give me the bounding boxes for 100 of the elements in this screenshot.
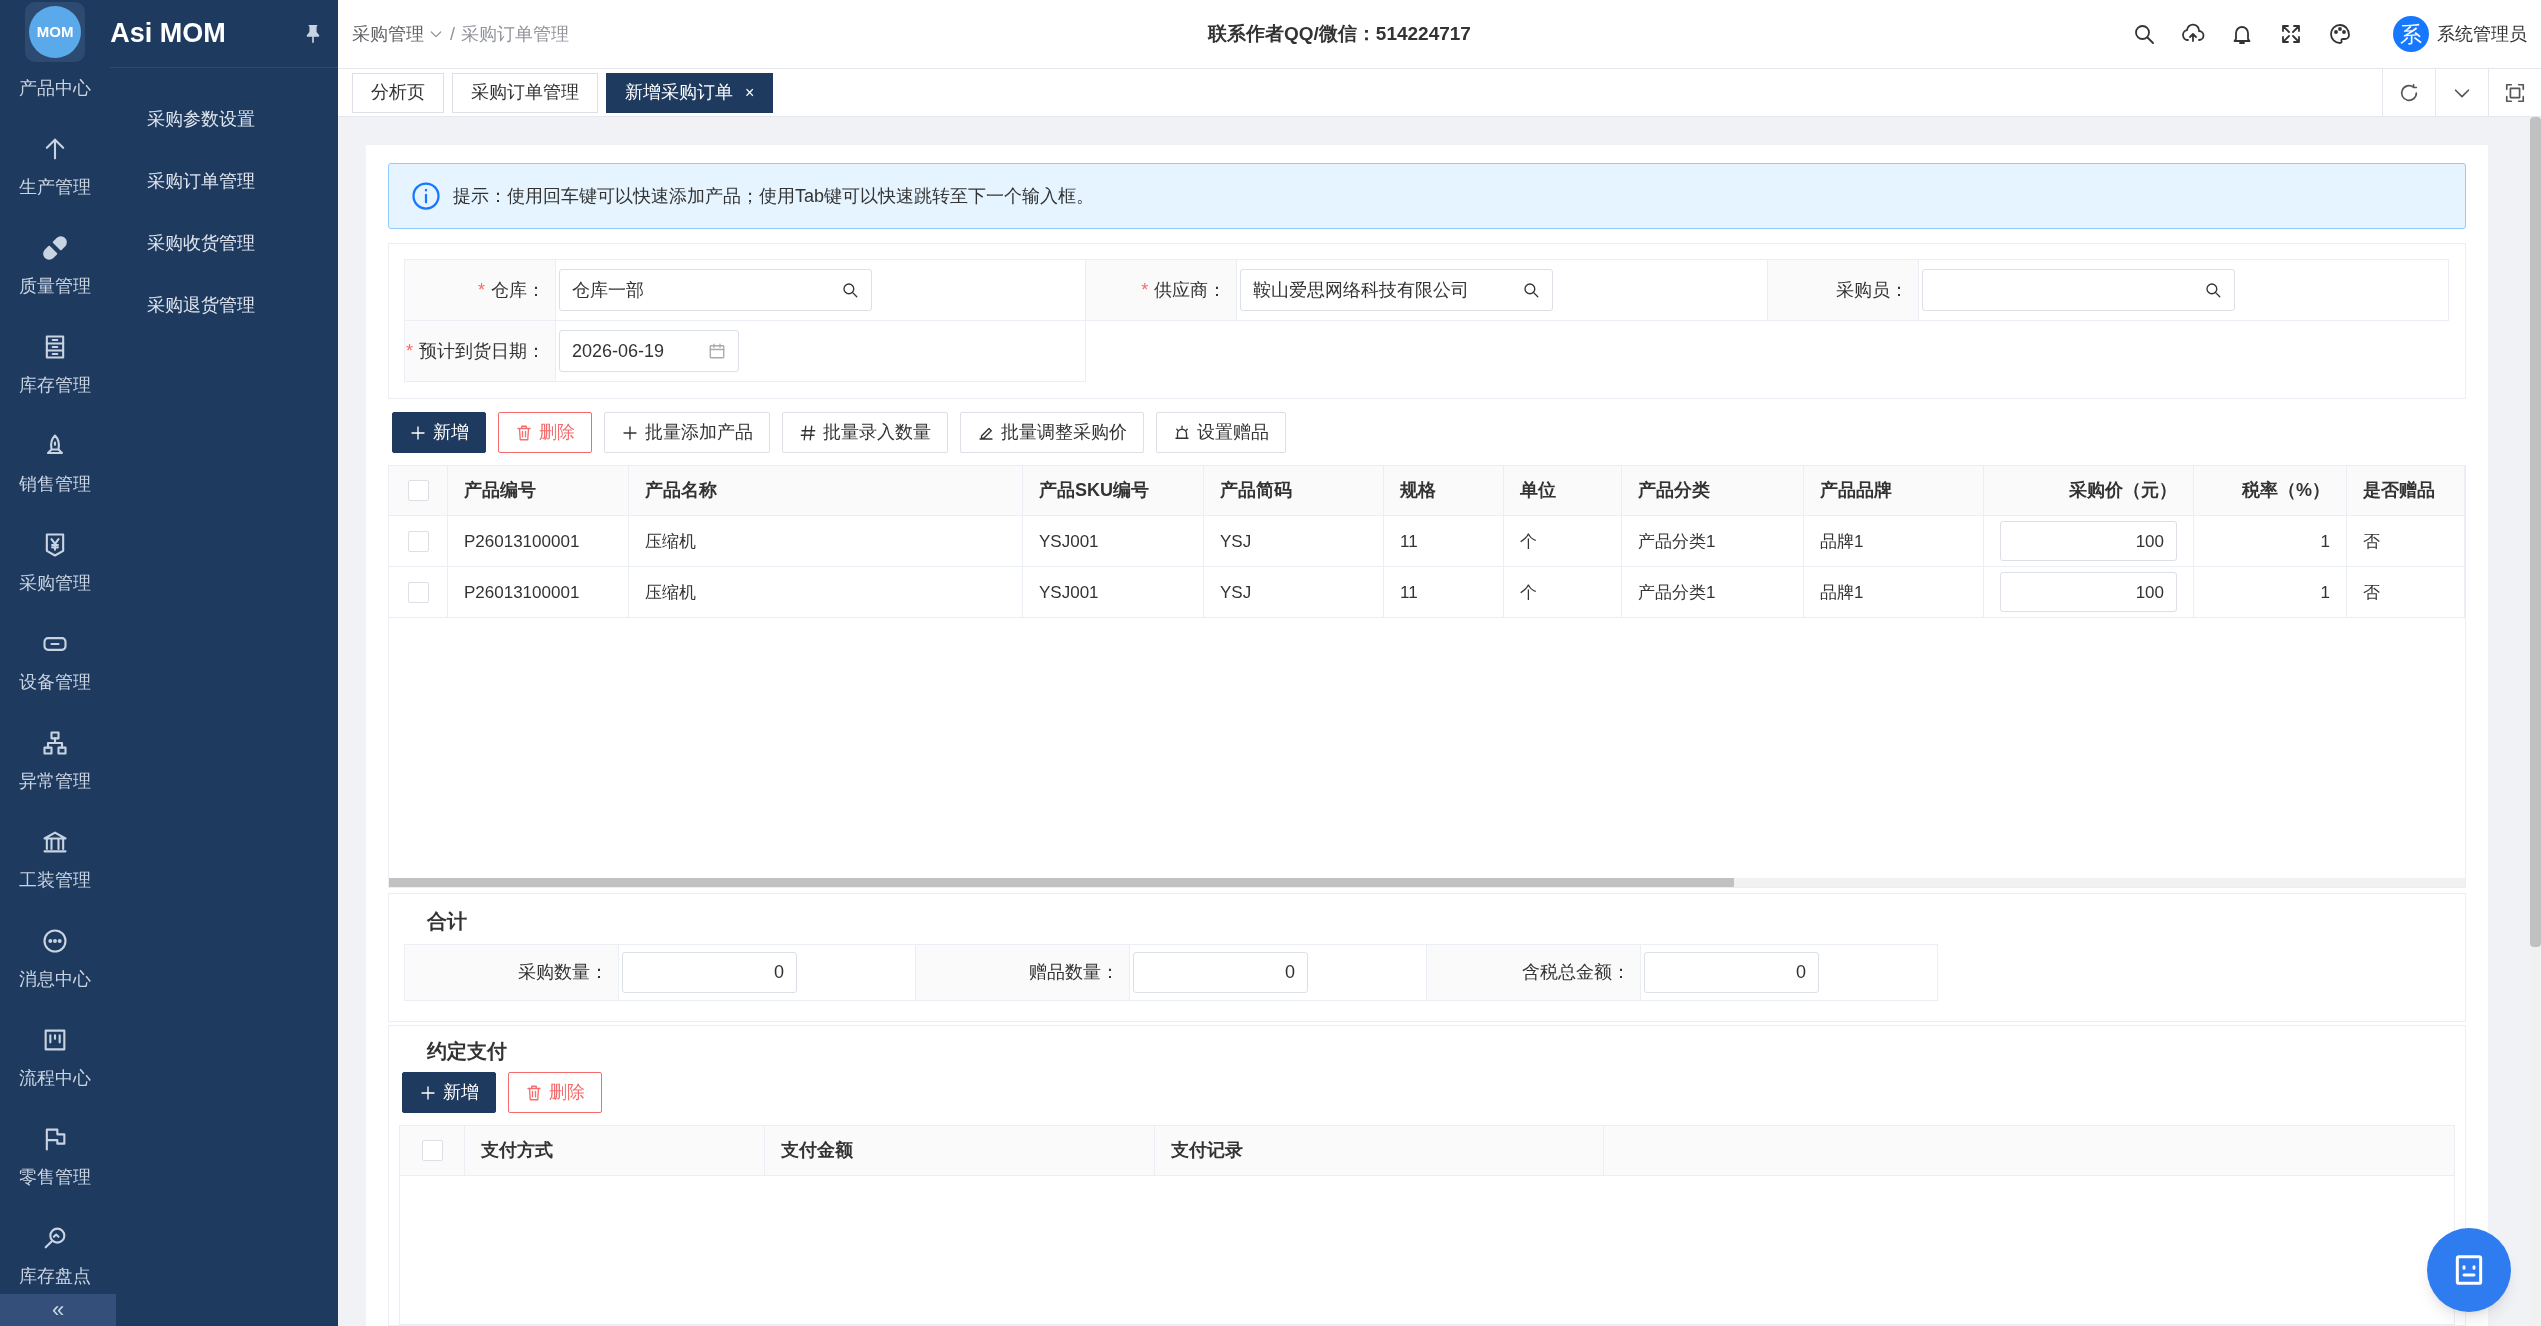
section-title: 约定支付 bbox=[425, 1039, 508, 1064]
search-icon bbox=[2203, 281, 2222, 300]
checkbox[interactable] bbox=[407, 480, 429, 502]
tab[interactable]: 采购订单管理 bbox=[452, 72, 598, 113]
submenu-item[interactable]: 采购退货管理 bbox=[147, 274, 338, 336]
rail-item[interactable]: 异常管理 bbox=[19, 769, 92, 793]
column-header: 税率（%） bbox=[2194, 466, 2347, 516]
rail-item[interactable]: 采购管理 bbox=[19, 571, 92, 595]
checkbox[interactable] bbox=[421, 1140, 443, 1161]
section-title: 合计 bbox=[426, 909, 468, 934]
table-cell: 品牌1 bbox=[1804, 516, 1984, 567]
column-header: 支付记录 bbox=[1155, 1126, 1604, 1175]
toolbar-button[interactable]: 批量录入数量 bbox=[782, 412, 948, 454]
vertical-scrollbar[interactable] bbox=[2530, 117, 2541, 947]
search-field[interactable]: 仓库一部 bbox=[559, 269, 872, 312]
rail-item[interactable]: 库存盘点 bbox=[19, 1264, 92, 1288]
table-cell: P26013100001 bbox=[448, 567, 629, 618]
date-field[interactable]: 2026-06-19 bbox=[559, 330, 739, 373]
column-header: 单位 bbox=[1504, 466, 1622, 516]
tab[interactable]: 分析页 bbox=[352, 72, 444, 113]
toolbar-button[interactable]: 批量调整采购价 bbox=[960, 412, 1144, 454]
required-mark: * bbox=[478, 278, 485, 302]
checkbox[interactable] bbox=[407, 581, 429, 603]
column-header: 支付方式 bbox=[465, 1126, 765, 1175]
submenu-item[interactable]: 采购订单管理 bbox=[147, 150, 338, 212]
rail-item[interactable]: 流程中心 bbox=[19, 1066, 92, 1090]
checkbox[interactable] bbox=[407, 530, 429, 552]
close-mark[interactable]: × bbox=[745, 80, 755, 105]
rail-item[interactable]: 销售管理 bbox=[19, 472, 92, 496]
column-header: 产品名称 bbox=[629, 466, 1023, 516]
submenu-item[interactable]: 采购参数设置 bbox=[147, 88, 338, 150]
price-field[interactable]: 100 bbox=[2000, 572, 2177, 613]
toolbar-button[interactable]: 设置赠品 bbox=[1156, 412, 1286, 454]
trash-icon bbox=[525, 1083, 543, 1102]
user-name[interactable]: 系统管理员 bbox=[2437, 20, 2527, 48]
table-cell: 1 bbox=[2194, 567, 2347, 618]
palette-icon[interactable] bbox=[2328, 22, 2352, 46]
table-cell: YSJ bbox=[1204, 516, 1384, 567]
collapse-button[interactable]: « bbox=[0, 1294, 116, 1326]
column-header: 规格 bbox=[1384, 466, 1504, 516]
field-label: 采购员： bbox=[1767, 260, 1919, 321]
table-cell: 压缩机 bbox=[629, 567, 1023, 618]
rail-item[interactable]: 零售管理 bbox=[19, 1165, 92, 1189]
table-cell: 压缩机 bbox=[629, 516, 1023, 567]
table-cell: 1 bbox=[2194, 516, 2347, 567]
tab[interactable]: 新增采购订单 × bbox=[606, 72, 774, 113]
search-icon[interactable] bbox=[2132, 22, 2156, 46]
tip-text: 提示：使用回车键可以快速添加产品；使用Tab键可以快速跳转至下一个输入框。 bbox=[453, 184, 1095, 208]
avatar[interactable]: 系 bbox=[2393, 16, 2429, 52]
column-header: 支付金额 bbox=[765, 1126, 1155, 1175]
table-cell: 11 bbox=[1384, 516, 1504, 567]
plus-icon bbox=[409, 423, 427, 442]
number-field[interactable]: 0 bbox=[1133, 952, 1308, 993]
price-field[interactable]: 100 bbox=[2000, 521, 2177, 562]
search-field[interactable]: 鞍山爱思网络科技有限公司 bbox=[1240, 269, 1554, 312]
trash-icon bbox=[515, 423, 533, 442]
table-cell: P26013100001 bbox=[448, 516, 629, 567]
expand-icon[interactable] bbox=[2279, 22, 2303, 46]
toolbar-button[interactable]: 批量添加产品 bbox=[604, 412, 770, 454]
number-field[interactable]: 0 bbox=[622, 952, 797, 993]
column-header: 产品SKU编号 bbox=[1023, 466, 1204, 516]
app-name: Asi MOM bbox=[110, 17, 226, 51]
plus-icon bbox=[621, 423, 639, 442]
rail-item[interactable]: 消息中心 bbox=[19, 967, 92, 991]
rail-item[interactable]: 产品中心 bbox=[19, 76, 92, 100]
add-button[interactable]: 新增 bbox=[392, 412, 486, 454]
add-button[interactable]: 新增 bbox=[402, 1072, 496, 1113]
breadcrumb-item[interactable]: 采购管理 bbox=[352, 20, 444, 48]
table-cell: 11 bbox=[1384, 567, 1504, 618]
number-field[interactable]: 0 bbox=[1644, 952, 1819, 993]
refresh-icon[interactable] bbox=[2398, 81, 2420, 104]
rail-item[interactable]: 质量管理 bbox=[19, 274, 92, 298]
logo: MOM bbox=[25, 2, 86, 62]
plus-icon bbox=[419, 1083, 437, 1102]
table-cell: 否 bbox=[2347, 567, 2465, 618]
horizontal-scrollbar[interactable] bbox=[389, 878, 1734, 887]
search-field[interactable] bbox=[1921, 269, 2235, 312]
rail-item[interactable]: 库存管理 bbox=[19, 373, 92, 397]
field-label: * 供应商： bbox=[1086, 260, 1238, 321]
column-header: 产品分类 bbox=[1622, 466, 1804, 516]
rail-item[interactable]: 生产管理 bbox=[19, 175, 92, 199]
field-label: 采购数量： bbox=[405, 945, 619, 1000]
table-cell: YSJ001 bbox=[1023, 567, 1204, 618]
field-label: * 仓库： bbox=[405, 260, 556, 321]
field-label: 含税总金额： bbox=[1427, 945, 1641, 1000]
field-label: 赠品数量： bbox=[916, 945, 1130, 1000]
search-icon bbox=[1522, 281, 1541, 300]
field-label: * 预计到货日期： bbox=[405, 321, 556, 382]
fullscreen-icon[interactable] bbox=[2504, 81, 2526, 104]
alarm-icon bbox=[1173, 423, 1191, 442]
hierarchy-icon bbox=[41, 729, 70, 757]
table-cell: YSJ001 bbox=[1023, 516, 1204, 567]
submenu-item[interactable]: 采购收货管理 bbox=[147, 212, 338, 274]
hash-icon bbox=[799, 423, 817, 442]
rail-item[interactable]: 设备管理 bbox=[19, 670, 92, 694]
contact-notice: 联系作者QQ/微信：514224717 bbox=[1208, 22, 1471, 46]
table-cell: YSJ bbox=[1204, 567, 1384, 618]
info-icon bbox=[411, 181, 441, 212]
column-header: 产品编号 bbox=[448, 466, 629, 516]
rail-item[interactable]: 工装管理 bbox=[19, 868, 92, 892]
